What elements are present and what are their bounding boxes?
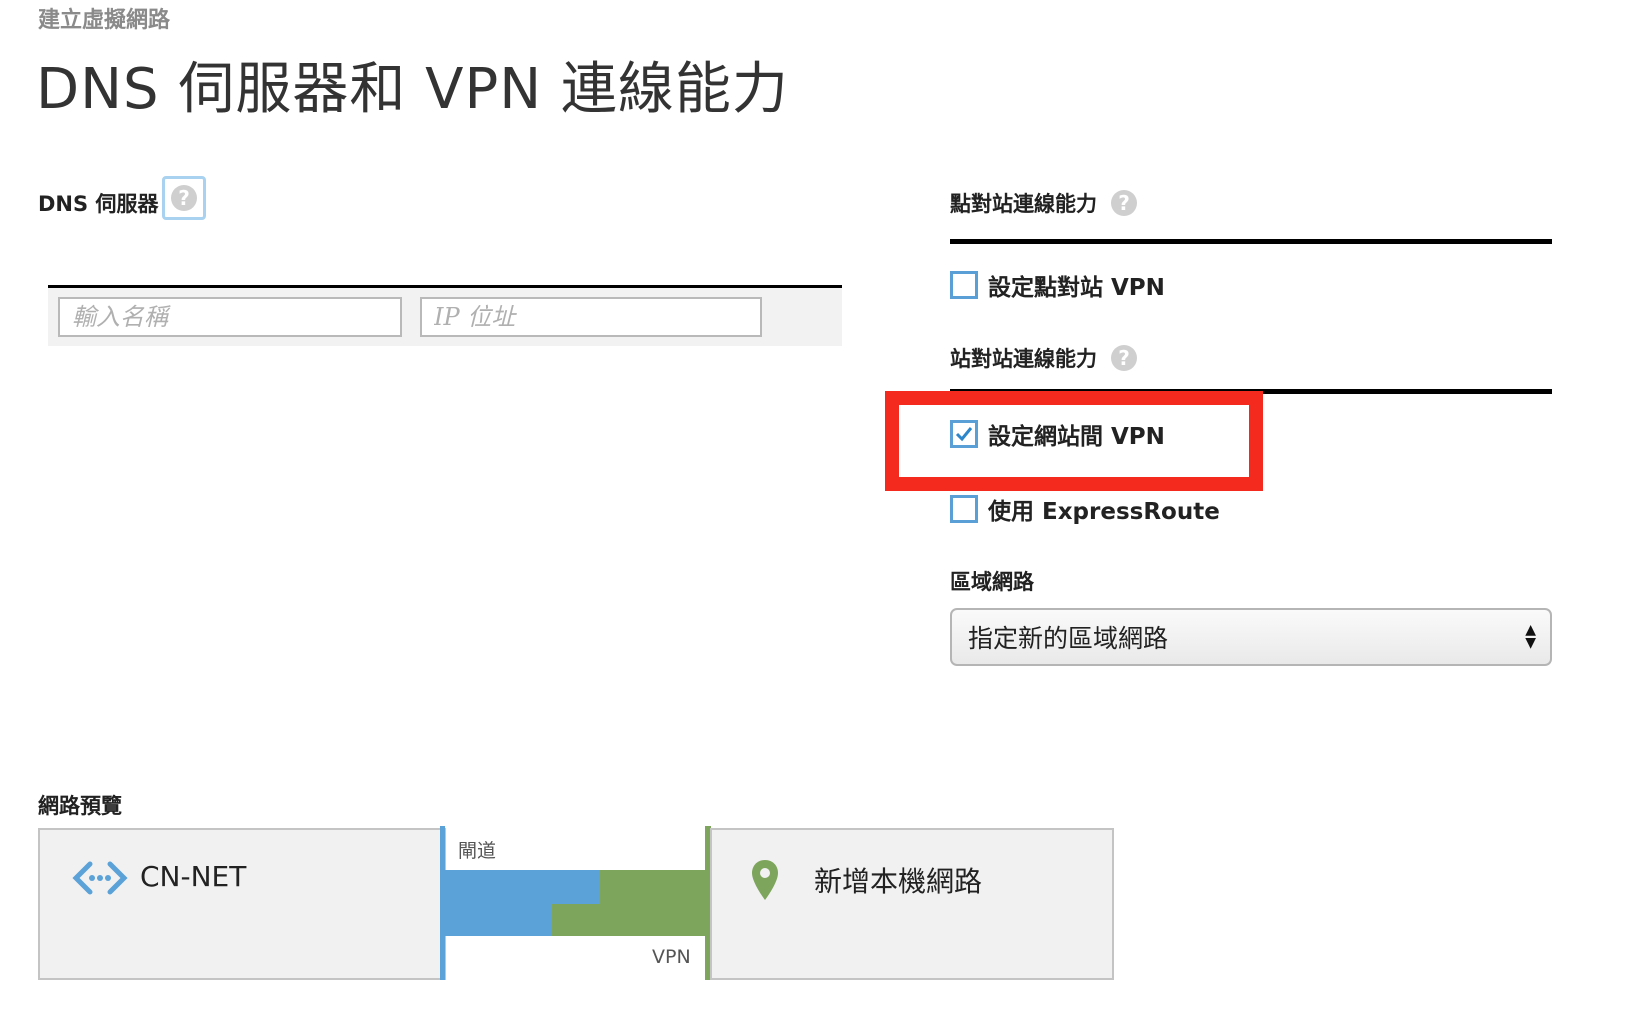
expressroute-checkbox[interactable] xyxy=(950,495,978,523)
s2s-label: 站對站連線能力 xyxy=(950,347,1097,371)
virtual-network-icon xyxy=(72,858,128,902)
network-preview-label: 網路預覽 xyxy=(38,794,122,818)
p2s-vpn-option[interactable]: 設定點對站 VPN xyxy=(950,268,1165,302)
dns-servers-label: DNS 伺服器 xyxy=(38,192,159,216)
up-down-arrows-icon: ▲ ▼ xyxy=(1525,622,1536,651)
question-circle-icon: ? xyxy=(171,185,197,211)
local-network-selected: 指定新的區域網路 xyxy=(968,624,1169,653)
vpn-bar-top xyxy=(600,870,710,904)
dns-help-button[interactable]: ? xyxy=(162,176,206,220)
p2s-vpn-label: 設定點對站 VPN xyxy=(988,275,1165,301)
vpn-bar-bottom xyxy=(552,904,710,936)
question-circle-icon[interactable]: ? xyxy=(1111,345,1137,371)
expressroute-label: 使用 ExpressRoute xyxy=(988,499,1220,525)
local-network-label: 區域網路 xyxy=(950,570,1034,594)
breadcrumb: 建立虛擬網路 xyxy=(38,8,171,33)
dns-ip-input[interactable] xyxy=(420,297,762,337)
local-network-name: 新增本機網路 xyxy=(814,865,983,898)
vnet-name: CN-NET xyxy=(140,860,247,893)
p2s-header: 點對站連線能力 ? xyxy=(950,188,1137,218)
vpn-label: VPN xyxy=(652,946,691,968)
page-title: DNS 伺服器和 VPN 連線能力 xyxy=(36,57,789,122)
p2s-vpn-checkbox[interactable] xyxy=(950,271,978,299)
gateway-label: 閘道 xyxy=(458,840,497,862)
vnet-node: CN-NET xyxy=(38,828,446,980)
local-network-node: 新增本機網路 xyxy=(710,828,1114,980)
p2s-divider xyxy=(950,239,1552,244)
local-network-select[interactable]: 指定新的區域網路 ▲ ▼ xyxy=(950,608,1552,666)
highlight-box xyxy=(885,391,1263,491)
p2s-label: 點對站連線能力 xyxy=(950,192,1097,216)
question-circle-icon[interactable]: ? xyxy=(1111,190,1137,216)
dns-server-row xyxy=(48,285,842,346)
expressroute-option[interactable]: 使用 ExpressRoute xyxy=(950,492,1220,526)
location-pin-icon xyxy=(750,858,780,906)
dns-name-input[interactable] xyxy=(58,297,402,337)
s2s-header: 站對站連線能力 ? xyxy=(950,343,1137,373)
